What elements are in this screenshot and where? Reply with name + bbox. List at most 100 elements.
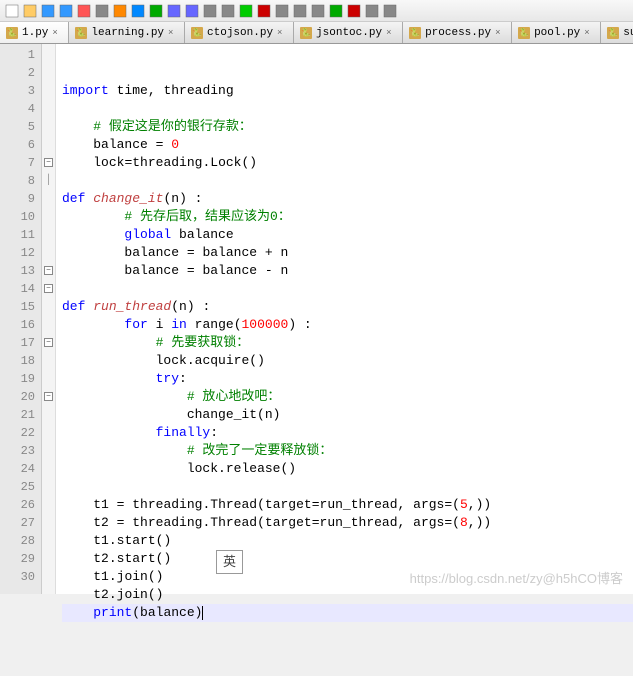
tab-process-py[interactable]: 🐍process.py×	[403, 22, 512, 43]
tab-subpro-py[interactable]: 🐍subpro.py×	[601, 22, 633, 43]
tab-ctojson-py[interactable]: 🐍ctojson.py×	[185, 22, 294, 43]
code-line[interactable]: import time, threading	[62, 82, 633, 100]
token-id: balance	[93, 137, 155, 152]
close-icon[interactable]: ×	[495, 28, 505, 38]
code-line[interactable]: t1.start()	[62, 532, 633, 550]
code-line[interactable]: lock.release()	[62, 460, 633, 478]
token-op: =	[312, 515, 320, 530]
fold-marker	[42, 226, 55, 244]
macro-icon[interactable]	[346, 3, 362, 19]
line-number: 6	[2, 136, 35, 154]
code-line[interactable]: balance = 0	[62, 136, 633, 154]
code-line[interactable]: t2.start()	[62, 550, 633, 568]
code-line[interactable]: t1 = threading.Thread(target=run_thread,…	[62, 496, 633, 514]
code-line[interactable]	[62, 100, 633, 118]
token-id: n	[171, 191, 179, 206]
close-icon[interactable]: ×	[168, 28, 178, 38]
token-op: ,))	[468, 497, 491, 512]
tab-pool-py[interactable]: 🐍pool.py×	[512, 22, 601, 43]
python-file-icon: 🐍	[191, 27, 203, 39]
code-area[interactable]: import time, threading # 假定这是你的银行存款： bal…	[56, 44, 633, 594]
tab-jsontoc-py[interactable]: 🐍jsontoc.py×	[294, 22, 403, 43]
close-icon[interactable]	[76, 3, 92, 19]
code-line[interactable]: t1.join()	[62, 568, 633, 586]
code-line[interactable]: # 放心地改吧：	[62, 388, 633, 406]
code-line[interactable]: t2.join()	[62, 586, 633, 604]
token-op: ()	[249, 353, 265, 368]
token-id: t1	[93, 533, 109, 548]
redo-icon[interactable]	[184, 3, 200, 19]
code-line[interactable]: balance = balance + n	[62, 244, 633, 262]
indent-icon[interactable]	[310, 3, 326, 19]
code-line[interactable]: def change_it(n) :	[62, 190, 633, 208]
saveall-icon[interactable]	[58, 3, 74, 19]
token-id: i	[156, 317, 172, 332]
code-line[interactable]: # 改完了一定要释放锁：	[62, 442, 633, 460]
open-icon[interactable]	[22, 3, 38, 19]
python-file-icon: 🐍	[300, 27, 312, 39]
code-line[interactable]: # 先要获取锁：	[62, 334, 633, 352]
close-icon[interactable]: ×	[277, 28, 287, 38]
tab-1-py[interactable]: 🐍1.py×	[0, 22, 69, 43]
fold-marker	[42, 514, 55, 532]
save-icon[interactable]	[40, 3, 56, 19]
code-line[interactable]: global balance	[62, 226, 633, 244]
code-line[interactable]: def run_thread(n) :	[62, 298, 633, 316]
code-line[interactable]	[62, 478, 633, 496]
ws-icon[interactable]	[292, 3, 308, 19]
print-icon[interactable]	[94, 3, 110, 19]
fold-marker[interactable]: −	[42, 280, 55, 298]
code-line[interactable]: t2 = threading.Thread(target=run_thread,…	[62, 514, 633, 532]
wrap-icon[interactable]	[274, 3, 290, 19]
fold-marker[interactable]: −	[42, 262, 55, 280]
line-number: 17	[2, 334, 35, 352]
run-icon[interactable]	[328, 3, 344, 19]
zoom-out-icon[interactable]	[256, 3, 272, 19]
record-icon[interactable]	[364, 3, 380, 19]
line-number: 9	[2, 190, 35, 208]
fold-marker	[42, 352, 55, 370]
close-icon[interactable]: ×	[386, 28, 396, 38]
close-icon[interactable]: ×	[52, 28, 62, 38]
code-line[interactable]: try:	[62, 370, 633, 388]
token-id: join	[117, 587, 148, 602]
code-line[interactable]: # 假定这是你的银行存款：	[62, 118, 633, 136]
close-icon[interactable]: ×	[584, 28, 594, 38]
find-icon[interactable]	[202, 3, 218, 19]
code-line[interactable]: lock=threading.Lock()	[62, 154, 633, 172]
fold-marker[interactable]: −	[42, 154, 55, 172]
code-line[interactable]: lock.acquire()	[62, 352, 633, 370]
zoom-in-icon[interactable]	[238, 3, 254, 19]
code-line[interactable]: change_it(n)	[62, 406, 633, 424]
token-id: lock	[156, 353, 187, 368]
settings-icon[interactable]	[382, 3, 398, 19]
token-id: args	[413, 497, 444, 512]
fold-marker[interactable]: │	[42, 172, 55, 190]
new-icon[interactable]	[4, 3, 20, 19]
token-op: ,	[398, 515, 414, 530]
code-line[interactable]: # 先存后取，结果应该为0：	[62, 208, 633, 226]
fold-marker	[42, 424, 55, 442]
code-line[interactable]: balance = balance - n	[62, 262, 633, 280]
replace-icon[interactable]	[220, 3, 236, 19]
code-line[interactable]: print(balance)	[62, 604, 633, 622]
code-line[interactable]: for i in range(100000) :	[62, 316, 633, 334]
token-op: ()	[148, 569, 164, 584]
code-line[interactable]: finally:	[62, 424, 633, 442]
undo-icon[interactable]	[166, 3, 182, 19]
fold-marker[interactable]: −	[42, 388, 55, 406]
token-op: ) :	[179, 191, 202, 206]
code-line[interactable]	[62, 172, 633, 190]
token-kw: import	[62, 83, 109, 98]
token-id: t2	[93, 587, 109, 602]
fold-marker[interactable]: −	[42, 334, 55, 352]
token-id: t1	[93, 569, 109, 584]
cut-icon[interactable]	[112, 3, 128, 19]
tab-learning-py[interactable]: 🐍learning.py×	[69, 22, 185, 43]
code-line[interactable]	[62, 280, 633, 298]
token-op: ()	[280, 461, 296, 476]
fold-marker	[42, 118, 55, 136]
copy-icon[interactable]	[130, 3, 146, 19]
paste-icon[interactable]	[148, 3, 164, 19]
token-op: ()	[242, 155, 258, 170]
